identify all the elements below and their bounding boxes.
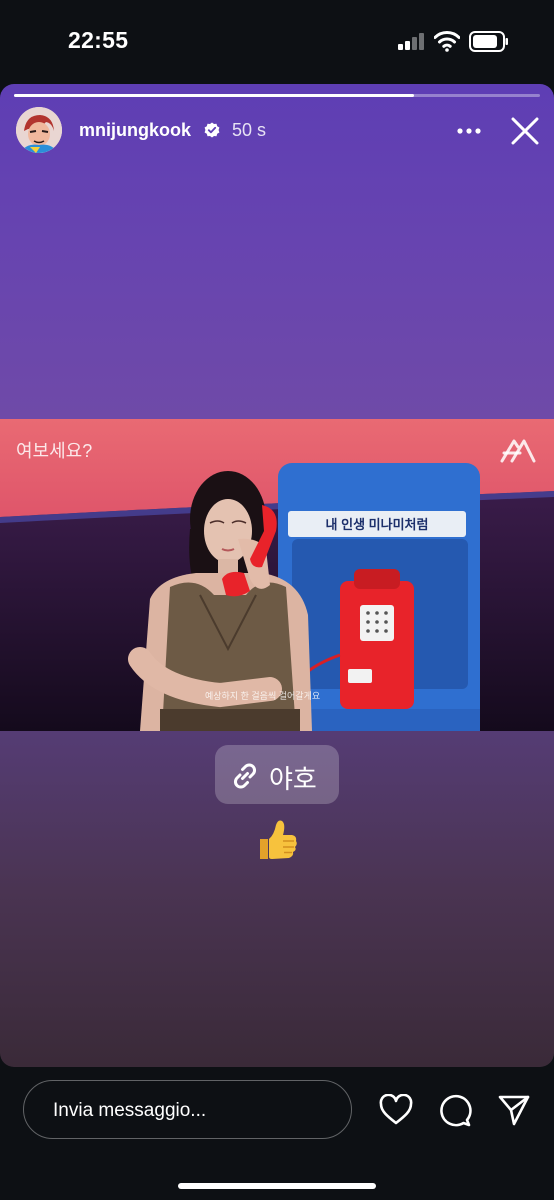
sign-text: 내 인생 미나미처럼 bbox=[326, 517, 429, 532]
story-progress-fill bbox=[14, 94, 414, 97]
story-view[interactable]: mnijungkook 50 s 내 인생 미나미처럼 여보세요? 예상하지 한… bbox=[0, 84, 554, 1067]
more-icon[interactable] bbox=[455, 117, 483, 145]
story-media[interactable]: 내 인생 미나미처럼 여보세요? 예상하지 한 걸음씩 걸어갈게요 bbox=[0, 419, 554, 731]
avatar[interactable] bbox=[16, 107, 62, 153]
link-icon bbox=[233, 763, 257, 789]
link-sticker-label: 야호 bbox=[269, 764, 317, 794]
status-time: 22:55 bbox=[68, 27, 129, 53]
thumbs-up-icon bbox=[260, 820, 297, 859]
signal-icon bbox=[398, 33, 426, 50]
wifi-icon bbox=[434, 31, 460, 52]
heart-icon[interactable] bbox=[379, 1094, 413, 1126]
status-bar: 22:55 bbox=[0, 0, 554, 84]
home-indicator[interactable] bbox=[178, 1183, 376, 1189]
media-caption: 여보세요? bbox=[16, 441, 93, 461]
story-progress-bar bbox=[14, 94, 540, 97]
message-placeholder: Invia messaggio... bbox=[53, 1100, 207, 1121]
story-timestamp: 50 s bbox=[232, 120, 267, 140]
verified-badge-icon bbox=[204, 122, 220, 138]
link-sticker[interactable]: 야호 bbox=[215, 745, 339, 804]
logo-icon bbox=[500, 439, 536, 463]
close-icon[interactable] bbox=[509, 115, 541, 147]
message-input[interactable]: Invia messaggio... bbox=[23, 1080, 352, 1139]
username[interactable]: mnijungkook bbox=[79, 120, 191, 141]
media-subtitle: 예상하지 한 걸음씩 걸어갈게요 bbox=[205, 691, 321, 701]
battery-icon bbox=[469, 31, 508, 52]
send-icon[interactable] bbox=[497, 1093, 531, 1127]
comment-icon[interactable] bbox=[438, 1093, 472, 1127]
story-photo: 내 인생 미나미처럼 bbox=[0, 419, 554, 731]
